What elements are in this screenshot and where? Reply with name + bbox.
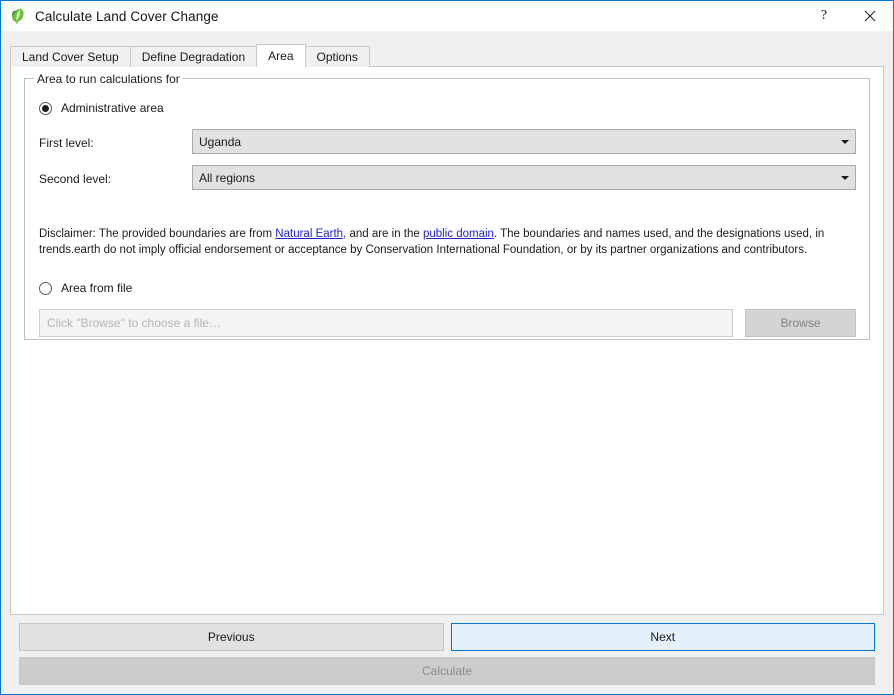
- natural-earth-link[interactable]: Natural Earth: [275, 228, 343, 240]
- disclaimer-part-1: Disclaimer: The provided boundaries are …: [39, 228, 275, 240]
- radio-area-from-file-label: Area from file: [61, 281, 132, 295]
- first-level-label: First level:: [39, 136, 94, 150]
- first-level-combobox[interactable]: Uganda: [192, 129, 856, 154]
- disclaimer-part-2: , and are in the: [343, 228, 423, 240]
- boundaries-disclaimer: Disclaimer: The provided boundaries are …: [39, 226, 855, 258]
- previous-button[interactable]: Previous: [19, 623, 444, 651]
- calculate-button[interactable]: Calculate: [19, 657, 875, 685]
- second-level-value: All regions: [193, 171, 835, 185]
- next-button[interactable]: Next: [451, 623, 876, 651]
- second-level-label: Second level:: [39, 172, 111, 186]
- tab-define-degradation[interactable]: Define Degradation: [130, 46, 257, 67]
- radio-administrative-area[interactable]: Administrative area: [39, 101, 164, 115]
- tab-land-cover-setup[interactable]: Land Cover Setup: [10, 46, 131, 67]
- application-window: Calculate Land Cover Change ? Land Cover…: [0, 0, 894, 695]
- help-button[interactable]: ?: [801, 1, 847, 31]
- help-icon: ?: [821, 9, 827, 23]
- tab-bar: Land Cover Setup Define Degradation Area…: [10, 44, 884, 67]
- window-controls: ?: [801, 1, 893, 31]
- second-level-combobox[interactable]: All regions: [192, 165, 856, 190]
- radio-area-from-file-indicator: [39, 282, 52, 295]
- navigation-button-row: Previous Next: [19, 623, 875, 651]
- window-title: Calculate Land Cover Change: [35, 9, 219, 24]
- radio-area-from-file[interactable]: Area from file: [39, 281, 132, 295]
- area-groupbox-title: Area to run calculations for: [34, 72, 183, 86]
- tab-area[interactable]: Area: [256, 44, 305, 67]
- close-icon: [864, 10, 876, 22]
- browse-button[interactable]: Browse: [745, 309, 856, 337]
- first-level-value: Uganda: [193, 135, 835, 149]
- chevron-down-icon: [835, 176, 855, 180]
- radio-administrative-area-label: Administrative area: [61, 101, 164, 115]
- close-button[interactable]: [847, 1, 893, 31]
- chevron-down-icon: [835, 140, 855, 144]
- trends-earth-leaf-icon: [9, 7, 27, 25]
- title-bar: Calculate Land Cover Change ?: [1, 1, 893, 31]
- tab-panel-area: Area to run calculations for Administrat…: [10, 66, 884, 615]
- dialog-footer: Previous Next Calculate: [10, 615, 884, 694]
- public-domain-link[interactable]: public domain: [423, 228, 494, 240]
- file-path-input[interactable]: Click "Browse" to choose a file…: [39, 309, 733, 337]
- area-groupbox: Area to run calculations for Administrat…: [24, 78, 870, 340]
- dialog-body: Land Cover Setup Define Degradation Area…: [1, 31, 893, 694]
- tab-options[interactable]: Options: [305, 46, 370, 67]
- radio-administrative-area-indicator: [39, 102, 52, 115]
